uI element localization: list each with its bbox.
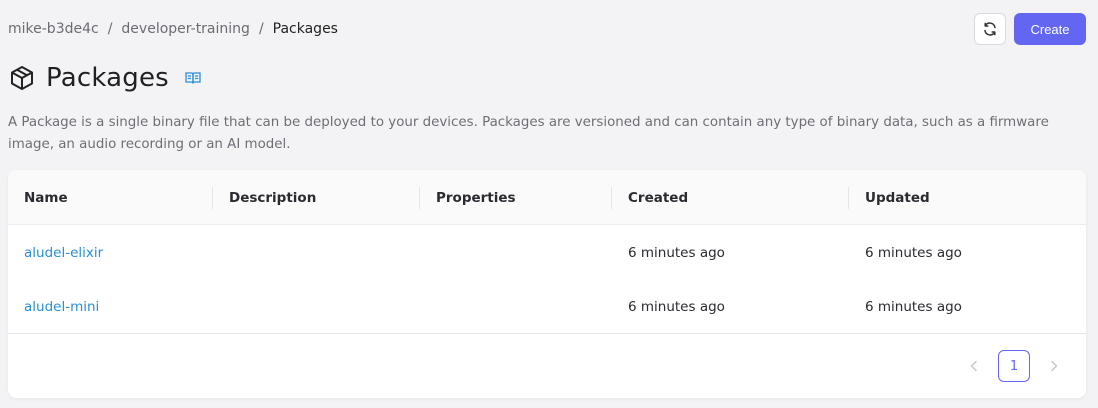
column-header-properties[interactable]: Properties (436, 170, 516, 225)
package-name-link[interactable]: aludel-elixir (24, 226, 103, 280)
table-row[interactable]: aludel-elixir 6 minutes ago 6 minutes ag… (8, 226, 1086, 280)
column-header-description[interactable]: Description (229, 170, 316, 225)
chevron-left-icon (970, 360, 977, 372)
top-bar: mike-b3de4c / developer-training / Packa… (0, 0, 1098, 60)
column-divider (212, 187, 213, 209)
breadcrumb-product[interactable]: developer-training (121, 21, 250, 37)
table-row[interactable]: aludel-mini 6 minutes ago 6 minutes ago (8, 280, 1086, 334)
column-divider (611, 187, 612, 209)
package-updated: 6 minutes ago (865, 299, 962, 315)
breadcrumb: mike-b3de4c / developer-training / Packa… (8, 21, 338, 37)
page-description: A Package is a single binary file that c… (8, 115, 1049, 152)
breadcrumb-current: Packages (272, 21, 338, 37)
column-divider (848, 187, 849, 209)
refresh-icon (984, 22, 996, 36)
page-title: Packages (46, 63, 169, 93)
column-header-name[interactable]: Name (24, 170, 68, 225)
package-created: 6 minutes ago (628, 245, 725, 261)
open-book-icon[interactable] (185, 71, 201, 85)
column-header-updated[interactable]: Updated (865, 170, 930, 225)
table-header: Name Description Properties Created Upda… (8, 170, 1086, 225)
table-footer-divider (8, 333, 1086, 334)
packages-table-card: Name Description Properties Created Upda… (8, 170, 1086, 398)
refresh-button[interactable] (974, 13, 1006, 45)
page-header: Packages (8, 60, 201, 96)
breadcrumb-separator: / (258, 21, 264, 37)
column-divider (419, 187, 420, 209)
create-button[interactable]: Create (1014, 13, 1086, 45)
breadcrumb-separator: / (107, 21, 113, 37)
chevron-right-icon (1051, 360, 1058, 372)
pagination-page-1[interactable]: 1 (998, 350, 1030, 382)
breadcrumb-org[interactable]: mike-b3de4c (8, 21, 99, 37)
pagination-prev-button[interactable] (958, 350, 990, 382)
package-created: 6 minutes ago (628, 299, 725, 315)
package-name-link[interactable]: aludel-mini (24, 280, 99, 334)
package-updated: 6 minutes ago (865, 245, 962, 261)
pagination-next-button[interactable] (1038, 350, 1070, 382)
package-box-icon (11, 66, 33, 90)
column-header-created[interactable]: Created (628, 170, 688, 225)
